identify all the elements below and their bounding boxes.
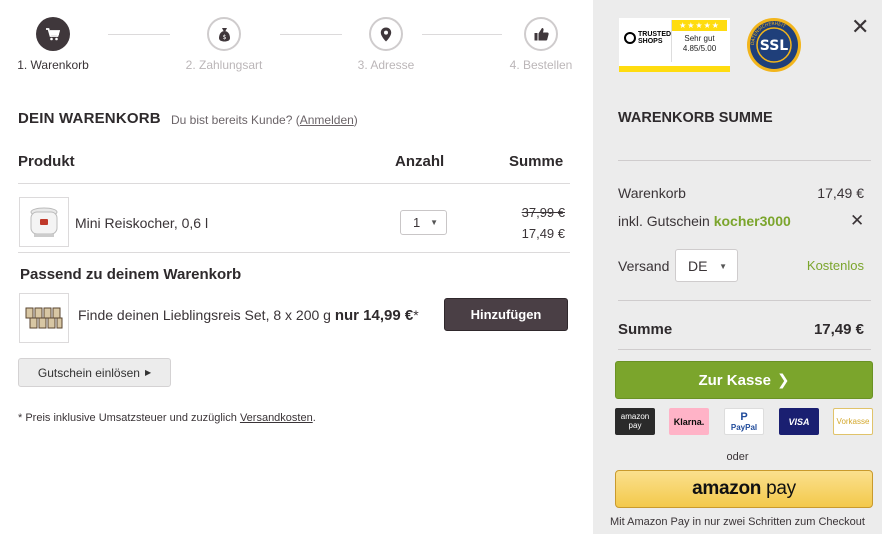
- divider: [618, 300, 871, 301]
- login-hint-suffix: ): [353, 113, 358, 127]
- voucher-code: kocher3000: [713, 213, 791, 229]
- shipping-country-value: DE: [688, 257, 708, 274]
- login-hint-text: Du bist bereits Kunde? (: [171, 113, 300, 127]
- cart-icon: [36, 17, 70, 51]
- subtotal-value: 17,49 €: [817, 185, 864, 201]
- rating-stars-icon: ★★★★★: [672, 20, 727, 31]
- svg-text:SSL: SSL: [760, 38, 789, 54]
- rice-cooker-image: [30, 207, 58, 237]
- step-label: 2. Zahlungsart: [185, 58, 263, 72]
- tax-footnote: * Preis inklusive Umsatzsteuer und zuzüg…: [18, 412, 316, 424]
- paypal-label: PayPal: [730, 423, 758, 432]
- suggestion-price: nur 14,99 €: [334, 307, 414, 324]
- divider: [618, 349, 871, 350]
- footnote-text: * Preis inklusive Umsatzsteuer und zuzüg…: [18, 412, 237, 424]
- chevron-down-icon: ▼: [430, 218, 438, 227]
- rice-set-image: [25, 307, 63, 329]
- trusted-shops-logo: TRUSTED SHOPS: [624, 31, 672, 45]
- chevron-right-icon: ❯: [776, 372, 790, 389]
- remove-voucher-icon[interactable]: ✕: [850, 211, 864, 231]
- suggestion-text: Finde deinen Lieblingsreis Set, 8 x 200 …: [78, 307, 419, 324]
- amazon-pay-note: Mit Amazon Pay in nur zwei Schritten zum…: [610, 516, 865, 528]
- suggestion-image[interactable]: [19, 293, 69, 343]
- rating-value: 4.85/5.00: [682, 43, 717, 53]
- column-header-quantity: Anzahl: [395, 153, 445, 170]
- svg-text:$: $: [222, 34, 226, 41]
- quantity-value: 1: [413, 215, 421, 230]
- subtotal-label: Warenkorb: [618, 185, 686, 201]
- login-hint: Du bist bereits Kunde? (Anmelden): [171, 113, 358, 127]
- column-header-sum: Summe: [509, 153, 564, 170]
- redeem-coupon-button[interactable]: Gutschein einlösen ▶: [18, 358, 171, 387]
- suggestion-asterisk: *: [413, 307, 419, 323]
- total-label: Summe: [618, 321, 673, 338]
- klarna-icon: Klarna.: [669, 408, 709, 435]
- step-connector: [108, 34, 170, 35]
- shipping-cost: Kostenlos: [806, 258, 864, 273]
- footnote-end: .: [312, 412, 316, 424]
- login-link[interactable]: Anmelden: [300, 113, 354, 127]
- money-bag-icon: $: [207, 17, 241, 51]
- rating-label: Sehr gut: [684, 34, 715, 43]
- location-pin-icon: [369, 17, 403, 51]
- or-separator: oder: [726, 451, 749, 463]
- voucher-label: inkl. Gutschein: [618, 213, 710, 229]
- amazon-pay-word: pay: [766, 478, 796, 499]
- step-address: 3. Adresse: [331, 17, 441, 72]
- suggestion-name: Finde deinen Lieblingsreis Set, 8 x 200 …: [78, 307, 331, 323]
- redeem-coupon-label: Gutschein einlösen: [37, 365, 140, 380]
- trusted-shops-badge[interactable]: TRUSTED SHOPS ★★★★★ Sehr gut 4.85/5.00: [619, 18, 730, 72]
- suggestion-title: Passend zu deinem Warenkorb: [20, 266, 242, 283]
- paypal-icon: P PayPal: [724, 408, 764, 435]
- vorkasse-icon: Vorkasse: [833, 408, 873, 435]
- step-payment: $ 2. Zahlungsart: [169, 17, 279, 72]
- add-to-cart-button[interactable]: Hinzufügen: [444, 298, 568, 331]
- ssl-seal-icon: DATENSICHERHEIT SSL: [747, 18, 801, 72]
- product-name[interactable]: Mini Reiskocher, 0,6 l: [75, 215, 208, 231]
- chevron-down-icon: ▼: [719, 262, 727, 271]
- trusted-shops-brand: TRUSTED SHOPS: [638, 31, 672, 45]
- divider: [18, 183, 570, 184]
- voucher-row: inkl. Gutschein kocher3000: [618, 213, 791, 229]
- quantity-select[interactable]: 1 ▼: [400, 210, 447, 235]
- cart-summary-panel: TRUSTED SHOPS ★★★★★ Sehr gut 4.85/5.00 D…: [593, 0, 882, 534]
- close-icon[interactable]: ✕: [851, 14, 869, 40]
- caret-right-icon: ▶: [144, 368, 152, 377]
- step-label: 4. Bestellen: [509, 58, 573, 72]
- shipping-label: Versand: [618, 258, 670, 274]
- amazon-pay-icon: amazon pay: [615, 408, 655, 435]
- step-label: 1. Warenkorb: [17, 58, 89, 72]
- payment-methods: amazon pay Klarna. P PayPal VISA Vorkass…: [615, 408, 873, 436]
- step-cart[interactable]: 1. Warenkorb: [0, 17, 108, 72]
- divider: [618, 160, 871, 161]
- page-title: DEIN WARENKORB: [18, 110, 161, 127]
- price-old: 37,99 €: [521, 205, 565, 220]
- total-value: 17,49 €: [813, 321, 864, 338]
- shipping-costs-link[interactable]: Versandkosten: [240, 412, 313, 424]
- checkout-button[interactable]: Zur Kasse ❯: [615, 361, 873, 399]
- cart-main: 1. Warenkorb $ 2. Zahlungsart 3. Adresse…: [0, 0, 593, 534]
- amazon-pay-brand: amazon: [692, 478, 762, 499]
- price-new: 17,49 €: [521, 226, 565, 241]
- summary-title: WARENKORB SUMME: [618, 110, 773, 126]
- amazon-pay-line2: pay: [628, 420, 642, 430]
- thumbs-up-icon: [524, 17, 558, 51]
- column-header-product: Produkt: [18, 153, 75, 170]
- shipping-country-select[interactable]: DE ▼: [675, 249, 738, 282]
- step-label: 3. Adresse: [357, 58, 415, 72]
- divider: [18, 252, 570, 253]
- checkout-progress: 1. Warenkorb $ 2. Zahlungsart 3. Adresse…: [0, 0, 593, 80]
- step-order: 4. Bestellen: [486, 17, 596, 72]
- visa-mastercard-icon: VISA: [779, 408, 819, 435]
- trusted-shops-rating: ★★★★★ Sehr gut 4.85/5.00: [671, 20, 727, 62]
- amazon-pay-button[interactable]: amazon pay: [615, 470, 873, 508]
- product-image[interactable]: [19, 197, 69, 247]
- checkout-label: Zur Kasse: [698, 371, 771, 389]
